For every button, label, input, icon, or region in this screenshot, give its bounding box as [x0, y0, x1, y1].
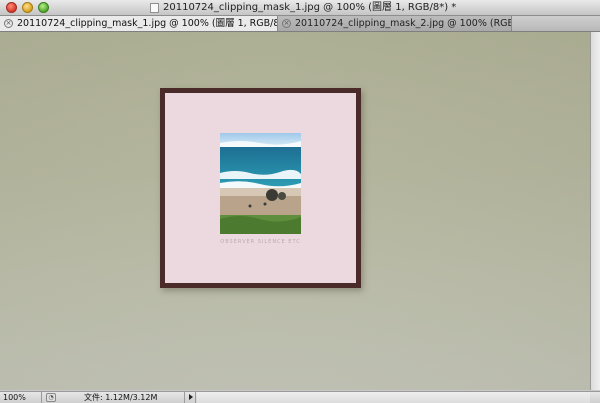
vertical-scrollbar[interactable]: [590, 32, 600, 390]
minimize-window-icon[interactable]: [22, 2, 33, 13]
status-bar: 100% ◔ 文件: 1.12M/3.12M: [0, 391, 600, 403]
zoom-level[interactable]: 100%: [3, 392, 42, 403]
tab-label: 20110724_clipping_mask_1.jpg @ 100% (圖層 …: [17, 18, 278, 29]
document-size-info: 文件: 1.12M/3.12M: [84, 393, 158, 402]
artwork-caption: OBSERVER SILENCE ETC: [220, 239, 301, 245]
tab-clipping-mask-1[interactable]: × 20110724_clipping_mask_1.jpg @ 100% (圖…: [0, 16, 278, 31]
close-window-icon[interactable]: [6, 2, 17, 13]
document-icon: [150, 2, 159, 13]
window-titlebar: 20110724_clipping_mask_1.jpg @ 100% (圖層 …: [0, 0, 600, 16]
status-arrow-icon[interactable]: [184, 392, 196, 403]
status-menu-icon[interactable]: ◔: [46, 393, 56, 402]
tab-clipping-mask-2[interactable]: × 20110724_clipping_mask_2.jpg @ 100% (R…: [278, 16, 512, 31]
beach-photo: [220, 133, 301, 234]
zoom-window-icon[interactable]: [38, 2, 49, 13]
close-tab-icon[interactable]: ×: [4, 19, 13, 28]
horizontal-scrollbar[interactable]: [197, 392, 590, 403]
frame-mat: OBSERVER SILENCE ETC: [165, 93, 356, 283]
picture-frame: OBSERVER SILENCE ETC: [160, 88, 361, 288]
tab-label: 20110724_clipping_mask_2.jpg @ 100% (RGB…: [295, 18, 512, 29]
window-title-text: 20110724_clipping_mask_1.jpg @ 100% (圖層 …: [163, 2, 457, 13]
window-title: 20110724_clipping_mask_1.jpg @ 100% (圖層 …: [150, 1, 456, 14]
document-tab-bar: × 20110724_clipping_mask_1.jpg @ 100% (圖…: [0, 16, 600, 32]
document-canvas[interactable]: OBSERVER SILENCE ETC: [0, 32, 590, 390]
close-tab-icon[interactable]: ×: [282, 19, 291, 28]
